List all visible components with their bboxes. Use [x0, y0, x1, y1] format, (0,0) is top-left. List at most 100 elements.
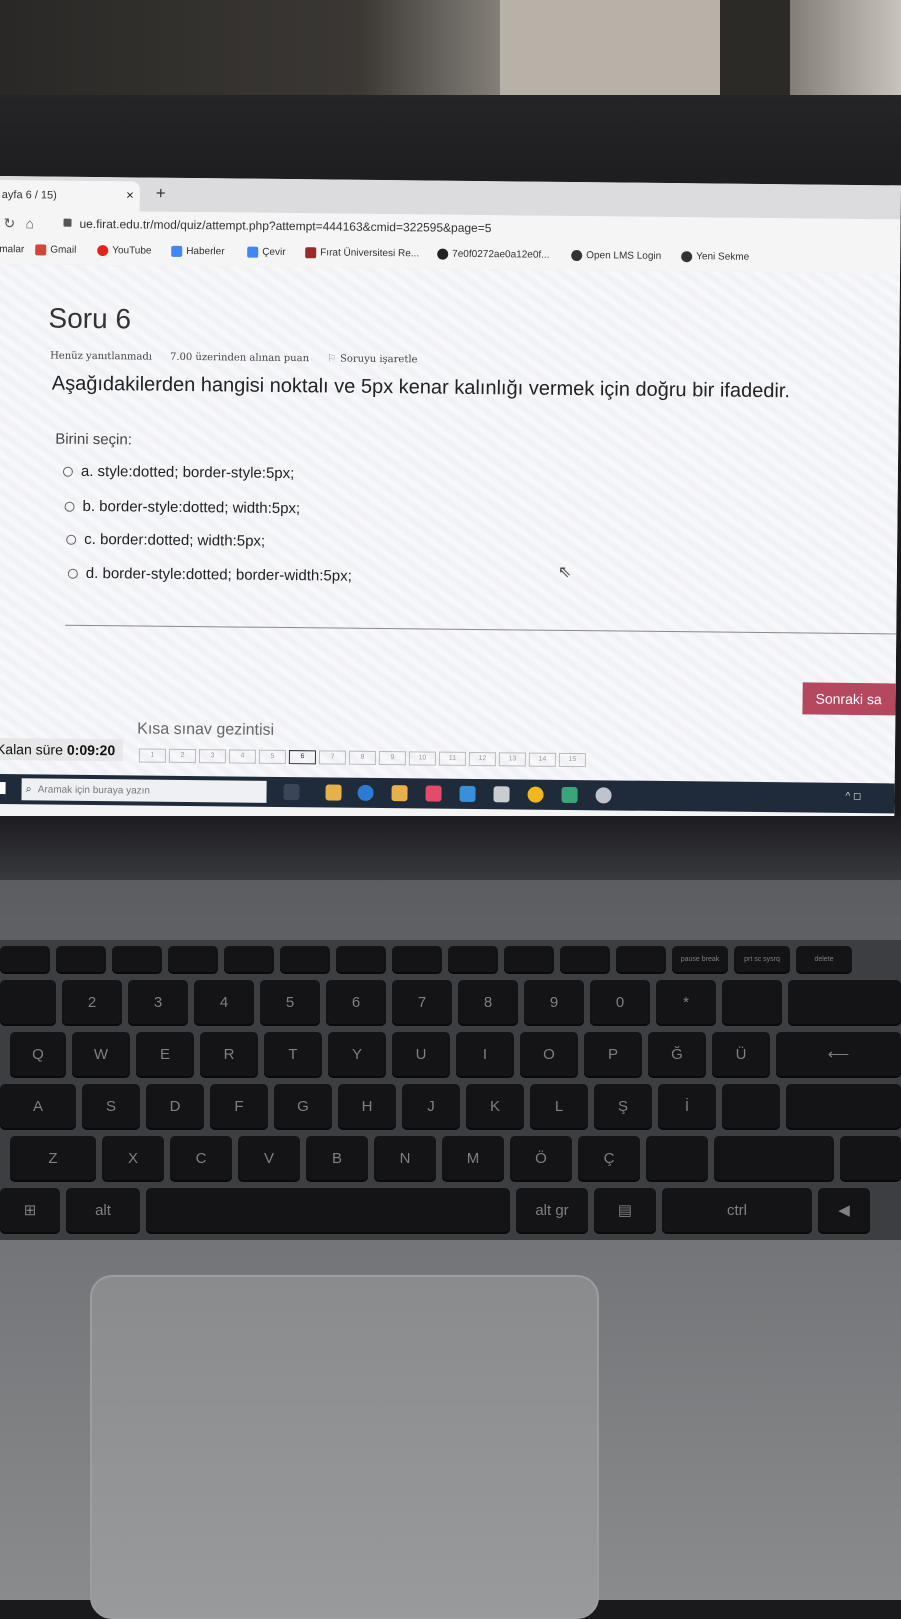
key-o: O — [520, 1032, 578, 1076]
question-status: Henüz yanıtlanmadı — [50, 350, 153, 363]
bookmark-youtube[interactable]: YouTube — [97, 245, 152, 257]
bookmark-gmail[interactable]: Gmail — [35, 244, 77, 256]
radio-button[interactable] — [62, 466, 73, 477]
question-text: Aşağıdakilerden hangisi noktalı ve 5px k… — [51, 372, 791, 403]
keyboard: pause break prt sc sysrq delete 2 3 4 5 … — [0, 940, 901, 1240]
bookmark-cevir[interactable]: Çevir — [247, 246, 286, 258]
question-nav-button[interactable]: 7 — [318, 750, 347, 765]
radio-button[interactable] — [64, 501, 75, 512]
app-icon[interactable] — [561, 786, 578, 804]
question-nav-button[interactable]: 14 — [528, 752, 556, 767]
close-tab-icon[interactable]: × — [126, 187, 134, 202]
windows-start-icon[interactable] — [0, 781, 6, 795]
key — [0, 980, 56, 1024]
file-explorer-icon[interactable] — [325, 784, 342, 801]
windows-key: ⊞ — [0, 1188, 60, 1232]
app-icon[interactable] — [493, 786, 510, 803]
youtube-icon — [97, 245, 109, 257]
next-page-button[interactable]: Sonraki sa — [802, 682, 901, 716]
system-tray-icon[interactable]: ^ ◻ — [845, 791, 861, 802]
key-u-umlaut: Ü — [712, 1032, 770, 1076]
touchpad — [90, 1275, 599, 1619]
key — [722, 980, 782, 1024]
chrome-icon[interactable] — [527, 786, 544, 803]
key-o-umlaut: Ö — [510, 1136, 572, 1180]
office-icon[interactable] — [425, 785, 442, 802]
key-asterisk: * — [656, 980, 716, 1024]
radio-button[interactable] — [66, 534, 77, 545]
laptop-screen: ayfa 6 / 15) × + ↻ ⌂ ue.firat.edu.tr/mod… — [0, 176, 901, 826]
browser-tab[interactable]: ayfa 6 / 15) × — [0, 179, 140, 212]
task-view-icon[interactable] — [283, 784, 300, 801]
mail-icon[interactable] — [459, 785, 476, 803]
question-nav-button[interactable]: 3 — [198, 749, 227, 764]
key-c-cedilla: Ç — [578, 1136, 640, 1180]
app-icon[interactable] — [595, 787, 612, 804]
store-icon[interactable] — [391, 785, 408, 802]
bookmark-github[interactable]: 7e0f0272ae0a12e0f... — [437, 248, 550, 261]
answer-option-d[interactable]: d. border-style:dotted; border-width:5px… — [67, 565, 352, 585]
taskbar-search[interactable]: ⌕ Aramak için buraya yazın — [21, 778, 267, 803]
question-navigation: 1 2 3 4 5 6 7 8 9 10 11 12 13 14 15 — [138, 748, 586, 768]
key-u: U — [392, 1032, 450, 1076]
timer-value: 0:09:20 — [66, 741, 116, 759]
key-e: E — [136, 1032, 194, 1076]
bookmark-new-tab[interactable]: Yeni Sekme — [681, 251, 749, 263]
time-remaining: Kalan süre 0:09:20 — [0, 737, 124, 762]
address-bar[interactable]: ue.firat.edu.tr/mod/quiz/attempt.php?att… — [79, 217, 491, 235]
radio-button[interactable] — [67, 568, 78, 579]
key-7: 7 — [392, 980, 452, 1024]
key-x: X — [102, 1136, 164, 1180]
question-info: Henüz yanıtlanmadı 7.00 üzerinden alınan… — [50, 351, 418, 366]
key-p: P — [584, 1032, 642, 1076]
question-nav-button[interactable]: 4 — [228, 749, 257, 764]
reload-icon[interactable]: ↻ — [3, 215, 15, 232]
university-icon — [305, 247, 317, 259]
globe-icon — [571, 249, 583, 262]
key-d: D — [146, 1084, 204, 1128]
divider — [65, 624, 901, 635]
tab-title: ayfa 6 / 15) — [1, 189, 57, 202]
home-icon[interactable]: ⌂ — [25, 215, 34, 231]
key-i-dotted: İ — [658, 1084, 716, 1128]
bookmark-firat[interactable]: Fırat Üniversitesi Re... — [305, 247, 419, 259]
question-nav-button[interactable]: 8 — [348, 750, 376, 765]
laptop-hinge — [0, 816, 901, 886]
screen-bezel — [0, 95, 901, 190]
answer-option-a[interactable]: a. style:dotted; border-style:5px; — [62, 463, 295, 482]
bookmark-label: Gmail — [50, 244, 77, 256]
quiz-navigation-title: Kısa sınav gezintisi — [137, 720, 275, 739]
answer-option-c[interactable]: c. border:dotted; width:5px; — [66, 531, 265, 550]
question-nav-button[interactable]: 9 — [378, 751, 406, 766]
key-9: 9 — [524, 980, 584, 1024]
key-s: S — [82, 1084, 140, 1128]
question-nav-button[interactable]: 1 — [138, 748, 167, 763]
key-i: I — [456, 1032, 514, 1076]
bookmark-haberler[interactable]: Haberler — [171, 245, 225, 257]
globe-icon — [681, 251, 693, 263]
key — [280, 946, 330, 972]
key — [560, 946, 610, 972]
key — [336, 946, 386, 972]
question-nav-button-current[interactable]: 6 — [288, 750, 317, 765]
question-nav-button[interactable]: 11 — [438, 751, 466, 766]
bookmark-label: YouTube — [112, 245, 152, 257]
bookmark-open-lms[interactable]: Open LMS Login — [571, 249, 661, 262]
key — [788, 980, 901, 1024]
edge-icon[interactable] — [357, 784, 374, 801]
question-nav-button[interactable]: 12 — [468, 751, 496, 767]
alt-gr-key: alt gr — [516, 1188, 588, 1232]
new-tab-button[interactable]: + — [156, 184, 166, 204]
question-nav-button[interactable]: 15 — [558, 752, 586, 768]
flag-question-link[interactable]: ⚐ Soruyu işaretle — [327, 353, 418, 365]
question-nav-button[interactable]: 13 — [498, 752, 526, 767]
question-nav-button[interactable]: 2 — [168, 748, 197, 764]
question-nav-button[interactable]: 10 — [408, 751, 436, 766]
shift-key — [714, 1136, 834, 1180]
key — [504, 946, 554, 972]
answer-option-b[interactable]: b. border-style:dotted; width:5px; — [64, 498, 300, 517]
key-3: 3 — [128, 980, 188, 1024]
question-nav-button[interactable]: 5 — [258, 749, 287, 765]
timer-label: Kalan süre — [0, 740, 64, 758]
bookmark-apps[interactable]: malar — [0, 244, 24, 255]
